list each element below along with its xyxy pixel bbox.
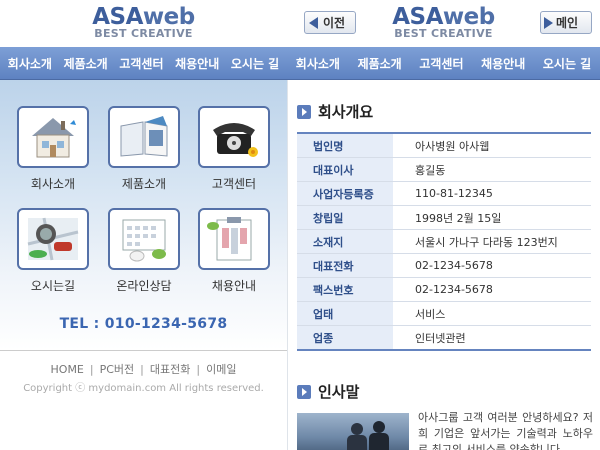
footer: HOME | PC버전 | 대표전화 | 이메일 Copyright ⓒ mydomain.…: [0, 350, 287, 450]
nav-item-support[interactable]: 고객센터: [119, 55, 163, 72]
nav-right-products[interactable]: 제품소개: [358, 55, 402, 72]
footer-link-home[interactable]: HOME: [51, 363, 84, 376]
clipboard-icon: [207, 217, 252, 261]
table-row: 사업자등록증 110-81-12345: [297, 181, 591, 206]
tile-consult[interactable]: 온라인상담: [106, 208, 182, 294]
tile-company-label: 회사소개: [30, 177, 76, 191]
row-key: 팩스번호: [297, 277, 393, 302]
table-row: 대표이사 홍길동: [297, 157, 591, 182]
book-icon: [120, 116, 168, 157]
main-button[interactable]: 메인: [540, 11, 592, 34]
nav-item-company[interactable]: 회사소개: [8, 55, 52, 72]
row-key: 사업자등록증: [297, 181, 393, 206]
tile-directions[interactable]: 오시는길: [15, 208, 91, 294]
table-row: 창립일 1998년 2월 15일: [297, 205, 591, 230]
nav-right-support[interactable]: 고객센터: [419, 55, 463, 72]
table-row: 대표전화 02-1234-5678: [297, 253, 591, 278]
bullet-arrow-icon: [297, 104, 311, 119]
nav-right-careers[interactable]: 채용안내: [481, 55, 525, 72]
telephone-icon: [213, 123, 258, 157]
table-row: 소재지 서울시 가나구 다라동 123번지: [297, 229, 591, 254]
footer-link-phone[interactable]: 대표전화: [150, 363, 190, 376]
row-key: 소재지: [297, 229, 393, 254]
greeting-text: 아사그룹 고객 여러분 안녕하세요? 저희 기업은 앞서가는 기술력과 노하우로…: [418, 411, 593, 450]
row-value: 110-81-12345: [393, 181, 591, 206]
table-row: 팩스번호 02-1234-5678: [297, 277, 591, 302]
section-greeting-text: 인사말: [318, 383, 360, 401]
section-company-text: 회사개요: [318, 103, 374, 121]
arrow-right-icon: [544, 16, 553, 29]
nav-right-company[interactable]: 회사소개: [296, 55, 340, 72]
footer-link-email[interactable]: 이메일: [206, 363, 236, 376]
row-value: 02-1234-5678: [393, 253, 591, 278]
tile-consult-label: 온라인상담: [116, 279, 172, 293]
tile-careers[interactable]: 채용안내: [196, 208, 272, 294]
nav-item-products[interactable]: 제품소개: [64, 55, 108, 72]
section-company-title: 회사개요: [297, 101, 373, 122]
row-value: 02-1234-5678: [393, 277, 591, 302]
header-right: 이전 ASAweb BEST CREATIVE 메인: [287, 0, 600, 47]
row-key: 창립일: [297, 205, 393, 230]
menu-area: 회사소개 제품소개 고객센터 오시는길 온라인상담 채용안내 TEL: 010…: [0, 80, 287, 350]
copyright: Copyright ⓒ mydomain.com All rights rese…: [23, 383, 264, 394]
tile-company[interactable]: 회사소개: [15, 106, 91, 192]
row-key: 대표전화: [297, 253, 393, 278]
row-value: 아사병원 아사웹: [393, 133, 591, 158]
tile-directions-label: 오시는길: [30, 279, 76, 293]
tel-number[interactable]: TEL : 010-1234-5678: [0, 316, 287, 332]
logo-tagline: BEST CREATIVE: [94, 27, 193, 40]
company-info-table: 법인명 아사병원 아사웹 대표이사 홍길동 사업자등록증 110-81-12345 창…: [297, 132, 591, 351]
table-row: 법인명 아사병원 아사웹: [297, 133, 591, 158]
row-value: 서울시 가나구 다라동 123번지: [393, 229, 591, 254]
row-key: 대표이사: [297, 157, 393, 182]
table-row: 업종 인터넷관련: [297, 325, 591, 351]
tile-products[interactable]: 제품소개: [106, 106, 182, 192]
nav-item-directions[interactable]: 오시는 길: [231, 55, 279, 72]
house-icon: [32, 118, 76, 158]
main-button-label: 메인: [556, 16, 579, 30]
logo[interactable]: ASAweb BEST CREATIVE: [0, 6, 287, 40]
company-screen: 이전 ASAweb BEST CREATIVE 메인 회사소개 제품소개 고객센…: [287, 0, 600, 450]
section-greeting-title: 인사말: [297, 381, 359, 402]
greeting-photo: [297, 413, 409, 450]
tile-support-label: 고객센터: [211, 177, 257, 191]
nav-right-directions[interactable]: 오시는 길: [543, 55, 591, 72]
top-nav-right: 회사소개 제품소개 고객센터 채용안내 오시는 길: [287, 47, 600, 80]
home-screen: ASAweb BEST CREATIVE 회사소개 제품소개 고객센터 채용안내…: [0, 0, 287, 450]
footer-links: HOME | PC버전 | 대표전화 | 이메일: [50, 363, 237, 376]
map-car-icon: [27, 217, 79, 261]
tile-products-label: 제품소개: [121, 177, 167, 191]
tile-support[interactable]: 고객센터: [196, 106, 272, 192]
nav-item-careers[interactable]: 채용안내: [175, 55, 219, 72]
row-value: 1998년 2월 15일: [393, 205, 591, 230]
bullet-arrow-icon: [297, 384, 311, 399]
row-value: 홍길동: [393, 157, 591, 182]
top-nav: 회사소개 제품소개 고객센터 채용안내 오시는 길: [0, 47, 287, 80]
row-key: 업태: [297, 301, 393, 326]
table-row: 업태 서비스: [297, 301, 591, 326]
calendar-icon: [122, 219, 166, 262]
row-value: 인터넷관련: [393, 325, 591, 351]
header: ASAweb BEST CREATIVE: [0, 0, 287, 47]
footer-link-pc[interactable]: PC버전: [100, 363, 135, 376]
row-key: 업종: [297, 325, 393, 351]
tile-careers-label: 채용안내: [211, 279, 257, 293]
row-key: 법인명: [297, 133, 393, 158]
row-value: 서비스: [393, 301, 591, 326]
